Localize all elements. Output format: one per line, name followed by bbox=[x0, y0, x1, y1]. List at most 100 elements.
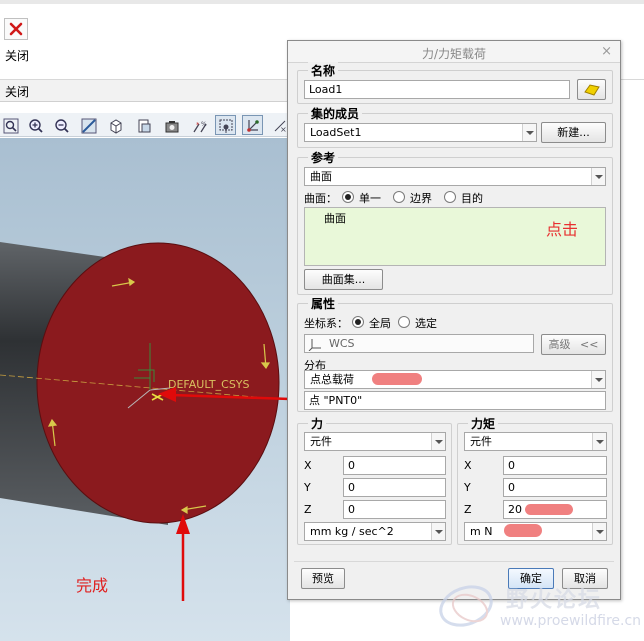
dialog-close-icon[interactable]: × bbox=[601, 44, 612, 59]
radio-boundary[interactable] bbox=[393, 191, 405, 203]
moment-x-input[interactable]: 0 bbox=[503, 456, 607, 475]
watermark-url: www.proewildfire.cn bbox=[500, 613, 642, 629]
moment-mode-value: 元件 bbox=[470, 435, 492, 448]
load-set-value: LoadSet1 bbox=[310, 126, 362, 139]
moment-mode-dropdown[interactable]: 元件 bbox=[464, 432, 607, 451]
datum-display-icon bbox=[219, 119, 233, 133]
redaction-mark bbox=[504, 524, 542, 537]
zoom-fit-button[interactable] bbox=[0, 115, 21, 135]
force-group: 力 元件 X 0 Y 0 Z 0 mm kg / sec^2 bbox=[297, 415, 452, 545]
chevron-down-icon bbox=[591, 168, 605, 185]
view-orientation-icon bbox=[110, 119, 122, 134]
watermark-logo-icon bbox=[439, 585, 493, 627]
radio-single[interactable] bbox=[342, 191, 354, 203]
name-input[interactable]: Load1 bbox=[304, 80, 570, 99]
radio-boundary-label: 边界 bbox=[410, 192, 432, 205]
spin-center-button[interactable]: *% bbox=[189, 115, 210, 135]
reference-type-dropdown[interactable]: 曲面 bbox=[304, 167, 606, 186]
chevron-down-icon bbox=[592, 523, 606, 540]
force-x-input[interactable]: 0 bbox=[343, 456, 446, 475]
moment-group: 力矩 元件 X 0 Y 0 Z 20 m N bbox=[457, 415, 613, 545]
csys-display-button[interactable] bbox=[242, 115, 263, 135]
zoom-fit-icon bbox=[3, 118, 19, 134]
set-section-title: 集的成员 bbox=[308, 105, 363, 122]
click-annotation: 点击 bbox=[546, 220, 579, 239]
view-toolbar: *% × bbox=[0, 113, 290, 137]
references-section-title: 参考 bbox=[308, 149, 339, 166]
moment-x-label: X bbox=[464, 459, 472, 472]
display-style-icon bbox=[165, 121, 179, 133]
done-annotation: 完成 bbox=[76, 576, 109, 595]
csys-display-icon bbox=[247, 120, 259, 132]
force-mode-dropdown[interactable]: 元件 bbox=[304, 432, 446, 451]
ribbon-group-label: 关闭 bbox=[5, 85, 30, 99]
points-display-icon: × bbox=[274, 120, 287, 134]
radio-selected-label: 选定 bbox=[415, 317, 437, 330]
model-viewport[interactable]: DEFAULT_CSYS 完成 bbox=[0, 138, 290, 641]
redaction-mark bbox=[525, 504, 573, 515]
radio-global[interactable] bbox=[352, 316, 364, 328]
distribution-dropdown[interactable]: 点总载荷 bbox=[304, 370, 606, 389]
csys-axes-icon bbox=[308, 339, 321, 351]
force-units-value: mm kg / sec^2 bbox=[310, 525, 394, 538]
load-set-dropdown[interactable]: LoadSet1 bbox=[304, 123, 537, 142]
moment-units-value: m N bbox=[470, 525, 493, 538]
view-orientation-button[interactable] bbox=[105, 115, 126, 135]
radio-single-label: 单一 bbox=[359, 192, 381, 205]
display-style-button[interactable] bbox=[161, 115, 182, 135]
redaction-mark bbox=[372, 373, 422, 385]
moment-y-label: Y bbox=[464, 481, 471, 494]
distribution-value: 点总载荷 bbox=[310, 373, 354, 386]
point-field[interactable]: 点 "PNT0" bbox=[304, 391, 606, 410]
name-group: 名称 Load1 bbox=[297, 62, 613, 104]
datum-display-button[interactable] bbox=[215, 115, 236, 135]
repaint-button[interactable] bbox=[78, 115, 99, 135]
set-group: 集的成员 LoadSet1 新建... bbox=[297, 105, 613, 148]
force-x-label: X bbox=[304, 459, 312, 472]
close-button-label: 关闭 bbox=[5, 49, 30, 63]
moment-section-title: 力矩 bbox=[468, 415, 499, 432]
watermark: 野火论坛 www.proewildfire.cn bbox=[434, 578, 644, 641]
preview-button[interactable]: 预览 bbox=[301, 568, 345, 589]
chevron-down-icon bbox=[431, 433, 445, 450]
force-y-input[interactable]: 0 bbox=[343, 478, 446, 497]
properties-group: 属性 坐标系： 全局 选定 WCS 高级 << 分布 点总载荷 点 "PNT0" bbox=[297, 295, 613, 412]
new-set-button[interactable]: 新建... bbox=[541, 122, 606, 143]
list-item[interactable]: 曲面 bbox=[324, 210, 346, 226]
ribbon-group-row: 关闭 bbox=[0, 80, 290, 102]
force-z-label: Z bbox=[304, 503, 312, 516]
dialog-titlebar: 力/力矩载荷 × bbox=[288, 41, 620, 63]
zoom-out-button[interactable] bbox=[51, 115, 72, 135]
chevron-down-icon bbox=[522, 124, 536, 141]
close-button[interactable] bbox=[4, 18, 28, 40]
saved-views-button[interactable] bbox=[133, 115, 154, 135]
moment-y-input[interactable]: 0 bbox=[503, 478, 607, 497]
spin-center-icon: *% bbox=[193, 121, 207, 133]
zoom-in-icon bbox=[29, 119, 43, 133]
radio-intent[interactable] bbox=[444, 191, 456, 203]
reference-type-value: 曲面 bbox=[310, 170, 332, 183]
force-moment-load-dialog: 力/力矩载荷 × 名称 Load1 集的成员 LoadSet1 新建... 参考… bbox=[287, 40, 621, 600]
zoom-out-icon bbox=[55, 119, 69, 133]
watermark-title: 野火论坛 bbox=[506, 588, 603, 613]
force-section-title: 力 bbox=[308, 415, 327, 432]
chevron-down-icon bbox=[591, 371, 605, 388]
properties-section-title: 属性 bbox=[308, 295, 339, 312]
radio-selected[interactable] bbox=[398, 316, 410, 328]
surface-label: 曲面： bbox=[304, 192, 337, 205]
moment-z-label: Z bbox=[464, 503, 472, 516]
force-y-label: Y bbox=[304, 481, 311, 494]
color-picker-button[interactable] bbox=[577, 79, 606, 100]
surface-set-button[interactable]: 曲面集... bbox=[304, 269, 383, 290]
svg-text:×: × bbox=[280, 125, 287, 134]
force-z-input[interactable]: 0 bbox=[343, 500, 446, 519]
zoom-in-button[interactable] bbox=[25, 115, 46, 135]
double-chevron-left-icon: << bbox=[580, 338, 599, 351]
references-group: 参考 曲面 曲面： 单一 边界 目的 曲面 点击 曲面集... bbox=[297, 149, 613, 295]
csys-label: DEFAULT_CSYS bbox=[168, 378, 250, 391]
csys-value-field: WCS bbox=[304, 334, 534, 353]
force-units-dropdown[interactable]: mm kg / sec^2 bbox=[304, 522, 446, 541]
color-swatch-icon bbox=[584, 84, 600, 96]
name-section-title: 名称 bbox=[308, 62, 339, 79]
advanced-button[interactable]: 高级 << bbox=[541, 334, 606, 355]
